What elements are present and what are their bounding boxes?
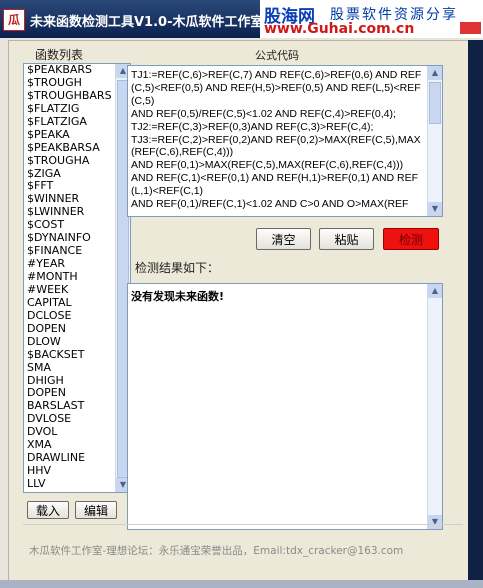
watermark-banner: 股海网 股票软件资源分享 www.Guhai.com.cn (260, 0, 483, 38)
footer-credit: 木瓜软件工作室-理想论坛：永乐通宝荣誉出品，Email:tdx_cracker@… (29, 545, 404, 557)
code-scroll-down-arrow-icon[interactable]: ▼ (428, 202, 442, 216)
window-frame-right (468, 40, 483, 588)
results-scroll-up-arrow-icon[interactable]: ▲ (428, 284, 442, 298)
dialog-client-area: 函数列表 $PEAKBARS $TROUGH $TROUGHBARS $FLATZIG… (8, 40, 470, 582)
formula-label: 公式代码 (255, 49, 299, 62)
footer-divider (23, 524, 463, 525)
function-list-label: 函数列表 (35, 48, 84, 62)
results-textarea[interactable]: 没有发现未来函数! ▲ ▼ (127, 283, 443, 530)
clear-button[interactable]: 清空 (256, 228, 311, 250)
watermark-url: www.Guhai.com.cn (264, 21, 415, 37)
edit-button[interactable]: 编辑 (75, 501, 117, 519)
close-button[interactable] (460, 22, 481, 34)
function-listbox[interactable]: $PEAKBARS $TROUGH $TROUGHBARS $FLATZIG $FLAT… (23, 63, 131, 493)
code-scroll-up-arrow-icon[interactable]: ▲ (428, 66, 442, 80)
formula-code-textarea[interactable]: TJ1:=REF(C,6)>REF(C,7) AND REF(C,6)>REF(… (127, 65, 443, 217)
window-frame-bottom (0, 580, 483, 588)
title-bar[interactable]: 瓜 未来函数检测工具V1.0-木瓜软件工作室 股海网 股票软件资源分享 www.… (0, 0, 483, 38)
detect-button[interactable]: 检测 (383, 228, 439, 250)
code-scroll-thumb[interactable] (429, 82, 441, 124)
app-icon: 瓜 (3, 9, 25, 31)
results-scrollbar[interactable]: ▲ ▼ (427, 284, 442, 529)
load-button[interactable]: 载入 (27, 501, 69, 519)
results-text: 没有发现未来函数! (131, 290, 225, 303)
code-scrollbar[interactable]: ▲ ▼ (427, 66, 442, 216)
paste-button[interactable]: 粘贴 (319, 228, 374, 250)
results-label: 检测结果如下： (135, 261, 220, 275)
formula-code-text: TJ1:=REF(C,6)>REF(C,7) AND REF(C,6)>REF(… (131, 69, 422, 211)
window-title: 未来函数检测工具V1.0-木瓜软件工作室 (30, 15, 264, 30)
results-scroll-down-arrow-icon[interactable]: ▼ (428, 515, 442, 529)
